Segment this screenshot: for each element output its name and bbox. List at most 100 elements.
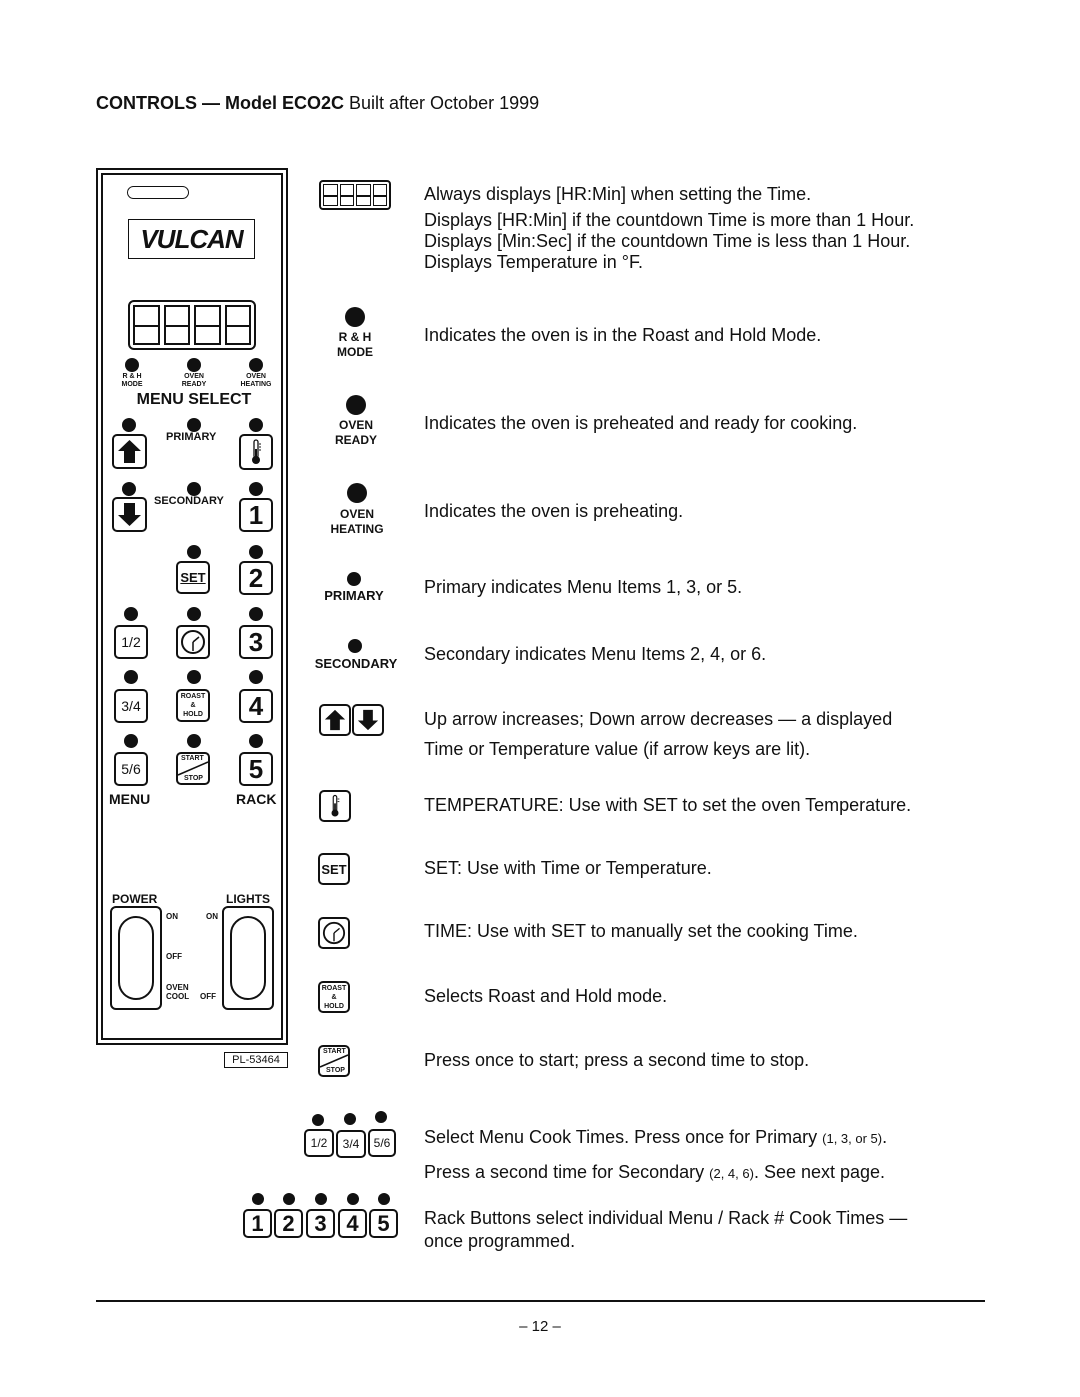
rack-button-5[interactable]: 5 bbox=[239, 752, 273, 786]
start-stop-divider-icon bbox=[320, 1054, 348, 1068]
down-arrow-icon bbox=[118, 503, 141, 526]
set-desc: SET: Use with Time or Temperature. bbox=[424, 858, 712, 878]
legend-temperature-key bbox=[319, 790, 351, 822]
legend-oven-heating-label: OVEN HEATING bbox=[330, 507, 384, 536]
down-arrow-icon bbox=[357, 709, 379, 731]
up-arrow-icon bbox=[118, 440, 141, 463]
menu56-led bbox=[124, 734, 138, 748]
temp-led bbox=[249, 418, 263, 432]
display-desc-1: Always displays [HR:Min] when setting th… bbox=[424, 184, 812, 204]
legend-rh-mode-led-icon bbox=[345, 307, 365, 327]
power-on-label: ON bbox=[166, 912, 178, 921]
legend-menu-key-3-4: 3/4 bbox=[336, 1130, 366, 1158]
menu12-led bbox=[124, 607, 138, 621]
power-rocker bbox=[118, 916, 154, 1000]
thermometer-icon bbox=[331, 794, 340, 817]
oven-ready-label: OVEN READY bbox=[181, 373, 207, 388]
secondary-desc: Secondary indicates Menu Items 2, 4, or … bbox=[424, 644, 767, 664]
oven-heating-desc: Indicates the oven is preheating. bbox=[424, 501, 684, 521]
time-button[interactable] bbox=[176, 625, 210, 659]
legend-secondary-label: SECONDARY bbox=[314, 656, 398, 671]
lights-switch[interactable] bbox=[222, 906, 274, 1010]
menu-desc-1: Select Menu Cook Times. Press once for P… bbox=[424, 1127, 888, 1147]
down-arrow-button[interactable] bbox=[112, 497, 147, 532]
legend-display-icon bbox=[319, 180, 391, 210]
legend-menu56-led-icon bbox=[375, 1111, 387, 1123]
legend-menu34-led-icon bbox=[344, 1113, 356, 1125]
rh-mode-led bbox=[125, 358, 139, 372]
lights-on-label: ON bbox=[206, 912, 218, 921]
menu-button-3-4[interactable]: 3/4 bbox=[114, 689, 148, 723]
display-desc-2: Displays [HR:Min] if the countdown Time … bbox=[424, 210, 915, 230]
temperature-button[interactable] bbox=[239, 434, 273, 470]
legend-rack1-led-icon bbox=[252, 1193, 264, 1205]
rack-desc-1: Rack Buttons select individual Menu / Ra… bbox=[424, 1208, 908, 1228]
oven-ready-led bbox=[187, 358, 201, 372]
legend-rack-key-2: 2 bbox=[274, 1209, 303, 1238]
roast-hold-button[interactable]: ROAST & HOLD bbox=[176, 689, 210, 722]
power-label: POWER bbox=[112, 892, 158, 906]
temperature-desc: TEMPERATURE: Use with SET to set the ove… bbox=[424, 795, 912, 815]
digit bbox=[194, 305, 221, 345]
start-stop-divider-icon bbox=[178, 761, 208, 776]
legend-oven-heating-led-icon bbox=[347, 483, 367, 503]
roast-hold-led bbox=[187, 670, 201, 684]
rack-button-1[interactable]: 1 bbox=[239, 498, 273, 532]
oven-heating-label: OVEN HEATING bbox=[240, 373, 272, 388]
menu-desc-2: Press a second time for Secondary (2, 4,… bbox=[424, 1162, 886, 1182]
up-arrow-button[interactable] bbox=[112, 434, 147, 469]
rack-label: RACK bbox=[236, 791, 277, 807]
secondary-led bbox=[187, 482, 201, 496]
rack-button-2[interactable]: 2 bbox=[239, 561, 273, 595]
menu-button-1-2[interactable]: 1/2 bbox=[114, 625, 148, 659]
menu-button-5-6[interactable]: 5/6 bbox=[114, 752, 148, 786]
legend-down-arrow-key bbox=[352, 704, 384, 736]
panel-slot bbox=[127, 186, 189, 199]
thermometer-icon bbox=[252, 439, 261, 464]
legend-secondary-led-icon bbox=[348, 639, 362, 653]
rack-button-3[interactable]: 3 bbox=[239, 625, 273, 659]
legend-menu-key-5-6: 5/6 bbox=[368, 1129, 396, 1157]
display-desc-3: Displays [Min:Sec] if the countdown Time… bbox=[424, 231, 911, 251]
power-oven-cool-label: OVEN COOL bbox=[166, 983, 190, 1001]
vulcan-logo: VULCAN bbox=[128, 219, 255, 259]
legend-rack3-led-icon bbox=[315, 1193, 327, 1205]
power-switch[interactable] bbox=[110, 906, 162, 1010]
start-stop-led bbox=[187, 734, 201, 748]
legend-rack-key-4: 4 bbox=[338, 1209, 367, 1238]
title-normal: Built after October 1999 bbox=[344, 93, 540, 113]
power-off-label: OFF bbox=[166, 952, 182, 961]
legend-rack5-led-icon bbox=[378, 1193, 390, 1205]
start-stop-button[interactable]: START STOP bbox=[176, 752, 210, 785]
down-led bbox=[122, 482, 136, 496]
page-number: – 12 – bbox=[519, 1318, 561, 1335]
menu34-led bbox=[124, 670, 138, 684]
arrows-desc-2: Time or Temperature value (if arrow keys… bbox=[424, 739, 811, 759]
legend-primary-led-icon bbox=[347, 572, 361, 586]
page-title: CONTROLS — Model ECO2C Built after Octob… bbox=[96, 93, 539, 114]
menu-label: MENU bbox=[109, 791, 151, 807]
legend-rack-key-3: 3 bbox=[306, 1209, 335, 1238]
lights-off-label: OFF bbox=[200, 992, 216, 1001]
oven-ready-desc: Indicates the oven is preheated and read… bbox=[424, 413, 858, 433]
legend-rack-key-5: 5 bbox=[369, 1209, 398, 1238]
title-bold: CONTROLS — Model ECO2C bbox=[96, 93, 345, 113]
rh-mode-desc: Indicates the oven is in the Roast and H… bbox=[424, 325, 822, 345]
primary-desc: Primary indicates Menu Items 1, 3, or 5. bbox=[424, 577, 743, 597]
up-arrow-icon bbox=[324, 709, 346, 731]
rack4-led bbox=[249, 670, 263, 684]
lights-rocker bbox=[230, 916, 266, 1000]
clock-icon bbox=[322, 921, 346, 945]
set-button[interactable]: SET bbox=[176, 561, 210, 594]
roast-hold-desc: Selects Roast and Hold mode. bbox=[424, 986, 668, 1006]
rack-button-4[interactable]: 4 bbox=[239, 689, 273, 723]
clock-icon bbox=[181, 630, 205, 654]
legend-start-stop-key: START STOP bbox=[318, 1045, 350, 1077]
legend-rack4-led-icon bbox=[347, 1193, 359, 1205]
digit bbox=[224, 305, 251, 345]
arrows-desc-1: Up arrow increases; Down arrow decreases… bbox=[424, 709, 893, 729]
panel-display bbox=[128, 300, 256, 350]
legend-menu12-led-icon bbox=[312, 1114, 324, 1126]
legend-roast-hold-key: ROAST & HOLD bbox=[318, 981, 350, 1013]
legend-rack-key-1: 1 bbox=[243, 1209, 272, 1238]
